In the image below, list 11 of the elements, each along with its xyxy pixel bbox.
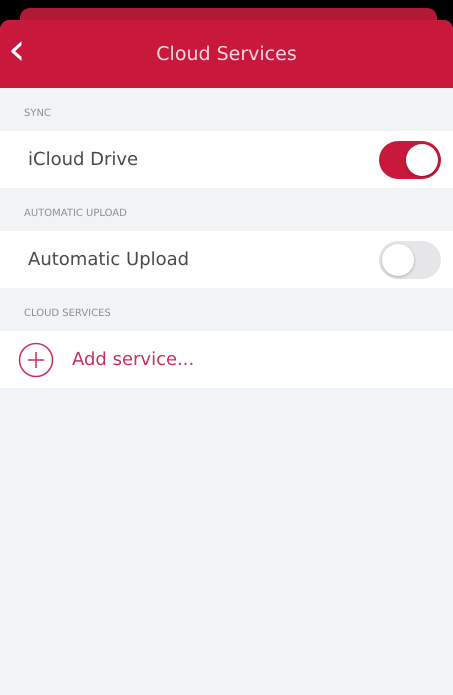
back-button[interactable]: ‹ [0,28,36,80]
screen-title: Cloud Services [156,43,297,65]
row-label: iCloud Drive [28,149,140,170]
section-header: CLOUD SERVICES [23,307,112,321]
section-header: AUTOMATIC UPLOAD [23,207,128,221]
toggle-switch[interactable] [379,140,441,178]
add-icon [18,342,54,378]
toggle-switch[interactable] [379,240,441,278]
row-label: Automatic Upload [28,249,190,270]
add-service-link[interactable]: Add service... [72,349,194,370]
section-header: SYNC [23,107,52,121]
